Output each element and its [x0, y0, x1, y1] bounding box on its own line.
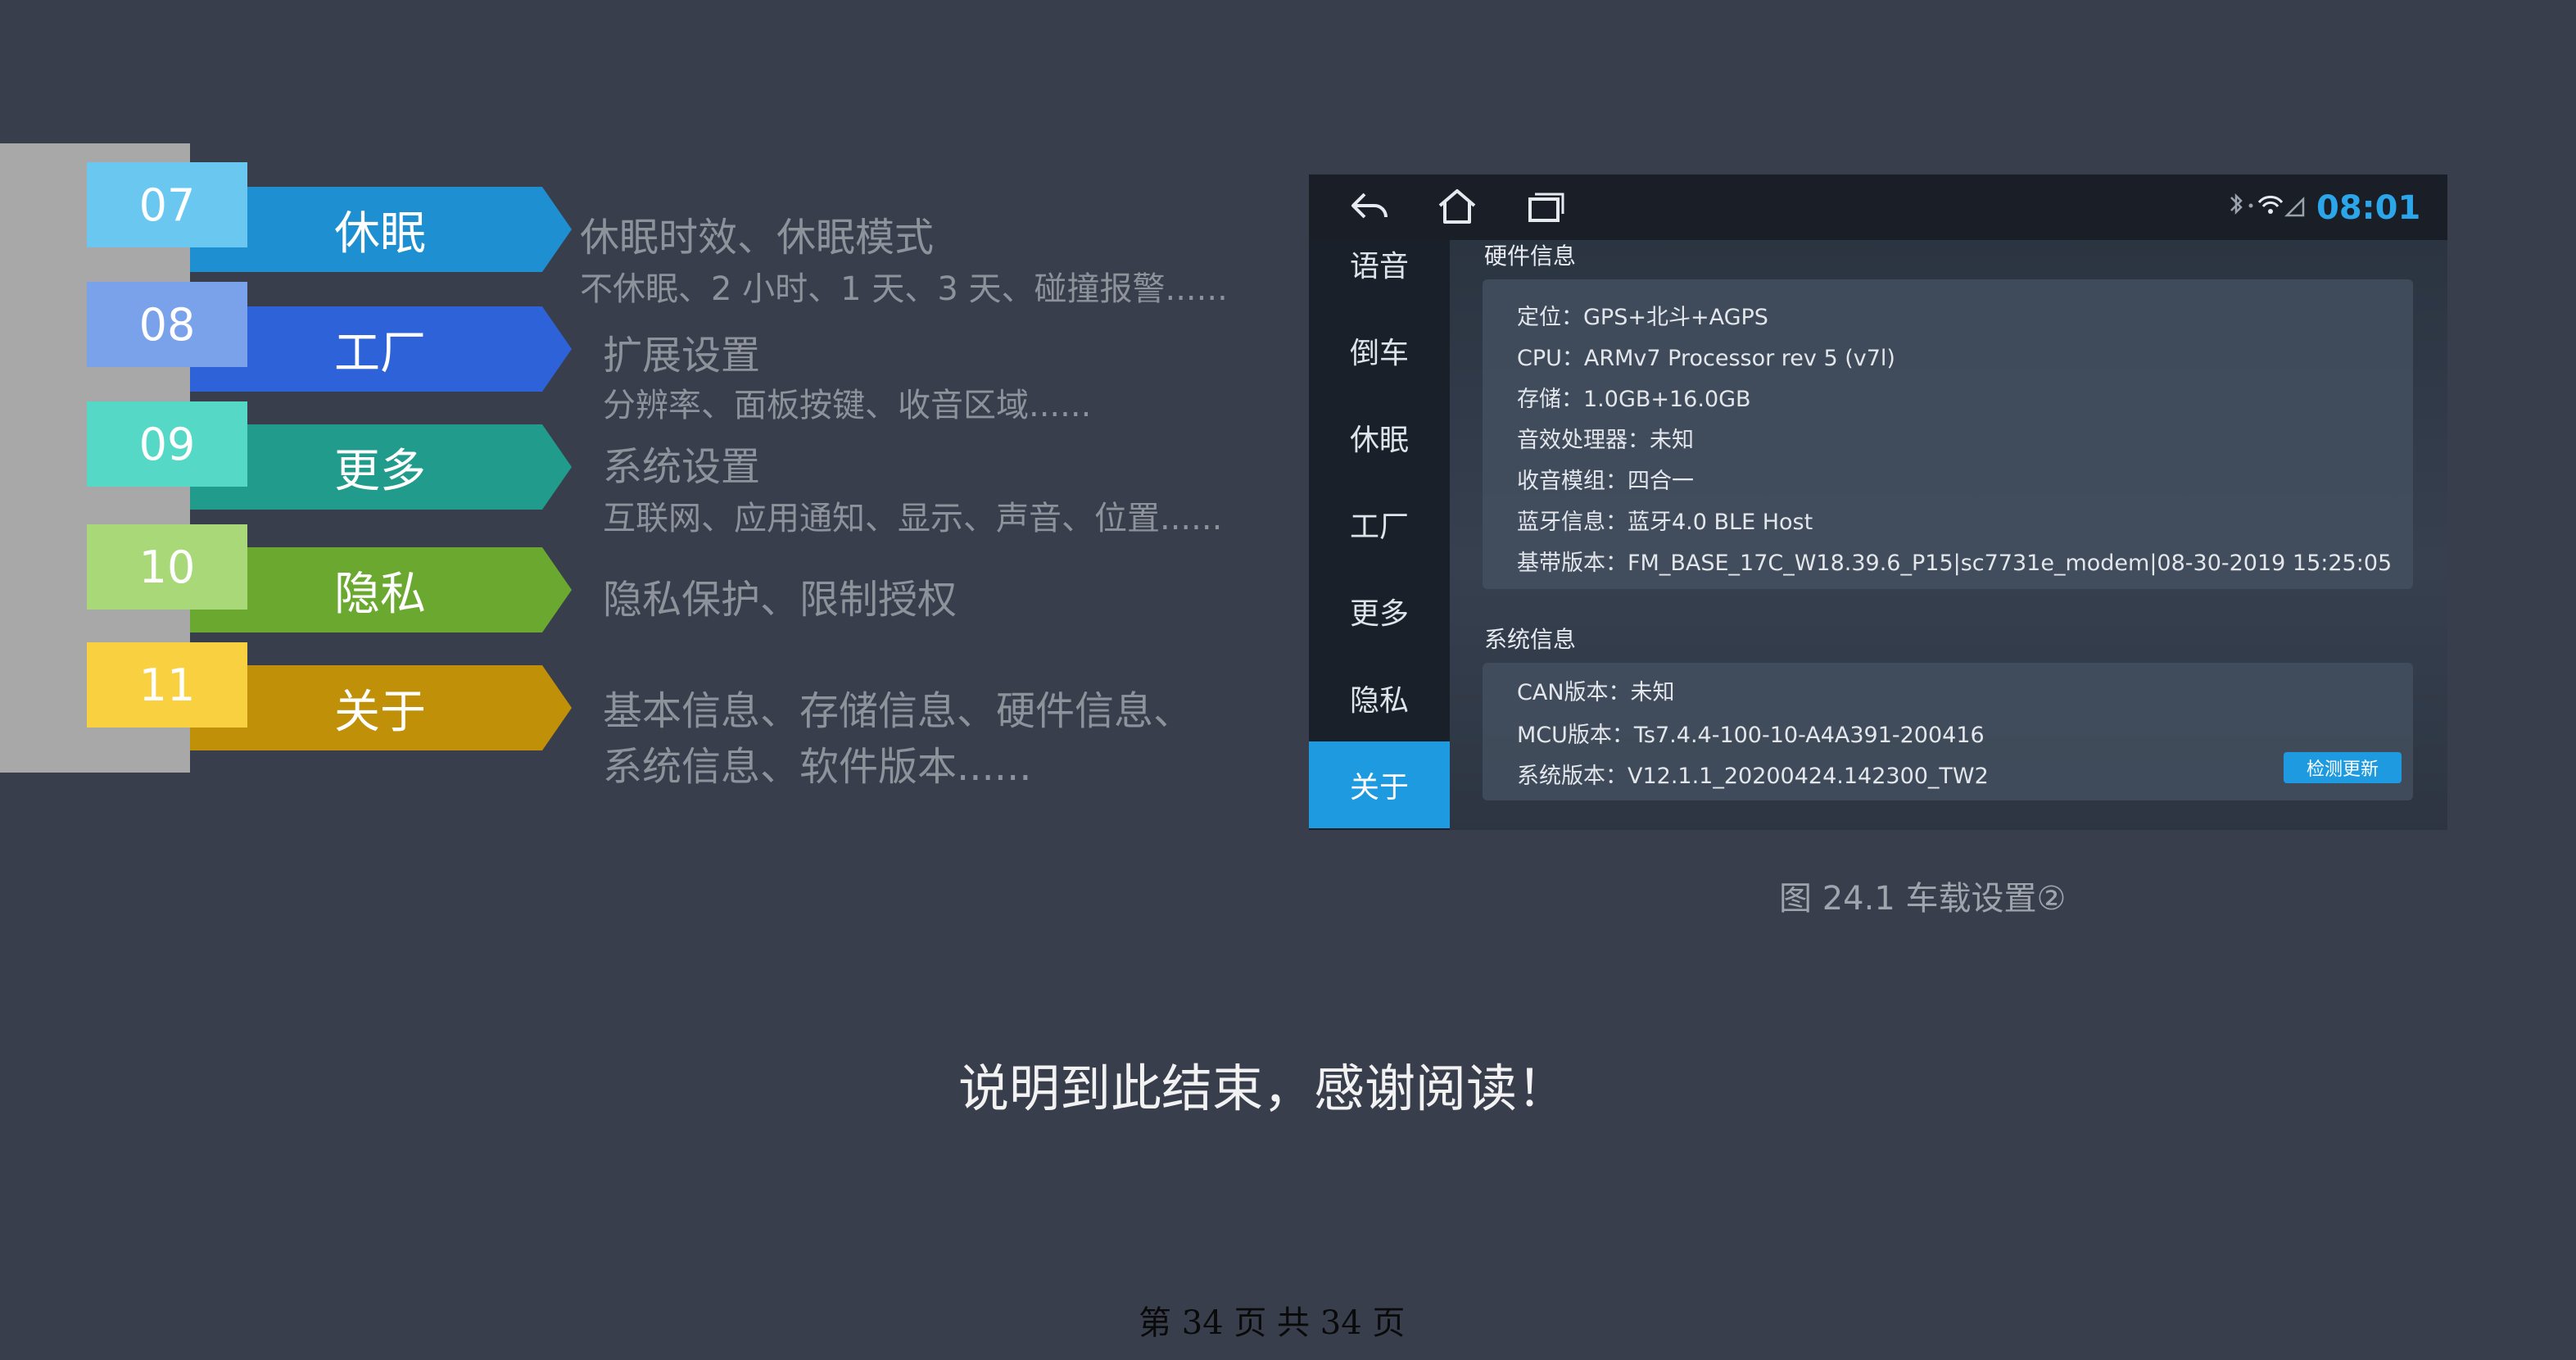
hw-line: 蓝牙信息：蓝牙4.0 BLE Host [1517, 510, 1813, 535]
sidebar-item-more[interactable]: 更多 [1309, 568, 1450, 655]
hw-line: 存储：1.0GB+16.0GB [1517, 387, 1751, 412]
sys-line: MCU版本：Ts7.4.4-100-10-A4A391-200416 [1517, 723, 1985, 748]
status-icons [2230, 193, 2305, 217]
hw-line: 收音模组：四合一 [1517, 469, 1694, 494]
car-settings-screenshot: 08:01 语音 倒车 休眠 工厂 更多 隐私 关于 硬件信息 定位：GPS+北… [1309, 175, 2447, 830]
ribbon-label-sleep: 休眠 [334, 206, 426, 261]
recent-apps-icon[interactable] [1527, 191, 1564, 224]
ribbon-label-privacy: 隐私 [334, 567, 426, 621]
status-bar: 08:01 [1309, 175, 2447, 240]
sidebar-item-factory[interactable]: 工厂 [1309, 481, 1450, 568]
desc-sub-more: 互联网、应用通知、显示、声音、位置...... [603, 500, 1223, 537]
ribbon-label-about: 关于 [334, 685, 426, 739]
clock: 08:01 [2316, 189, 2421, 227]
system-section-title: 系统信息 [1484, 626, 1577, 653]
figure-caption: 图 24.1 车载设置② [1779, 880, 2067, 918]
desc-sub-about: 系统信息、软件版本...... [603, 744, 1032, 790]
system-info-card: CAN版本：未知 MCU版本：Ts7.4.4-100-10-A4A391-200… [1483, 663, 2413, 800]
hw-line: 音效处理器：未知 [1517, 428, 1694, 453]
num-badge-10: 10 [87, 524, 247, 610]
desc-sub-factory: 分辨率、面板按键、收音区域...... [603, 387, 1092, 424]
desc-title-factory: 扩展设置 [603, 333, 761, 379]
desc-title-more: 系统设置 [603, 444, 761, 490]
hw-line: 基带版本：FM_BASE_17C_W18.39.6_P15|sc7731e_mo… [1517, 551, 2393, 576]
desc-title-sleep: 休眠时效、休眠模式 [580, 215, 935, 261]
desc-title-about: 基本信息、存储信息、硬件信息、 [603, 688, 1193, 734]
num-badge-07: 07 [87, 162, 247, 247]
desc-sub-sleep: 不休眠、2 小时、1 天、3 天、碰撞报警...... [580, 270, 1228, 308]
sidebar-item-sleep[interactable]: 休眠 [1309, 394, 1450, 481]
hardware-info-card: 定位：GPS+北斗+AGPS CPU：ARMv7 Processor rev 5… [1483, 279, 2413, 589]
sys-line: CAN版本：未知 [1517, 680, 1675, 705]
desc-title-privacy: 隐私保护、限制授权 [603, 577, 958, 623]
ribbon-label-more: 更多 [334, 444, 426, 498]
num-badge-09: 09 [87, 401, 247, 487]
page-footer: 第 34 页 共 34 页 [1139, 1304, 1406, 1342]
sidebar-item-reverse[interactable]: 倒车 [1309, 307, 1450, 394]
sidebar-item-privacy[interactable]: 隐私 [1309, 655, 1450, 741]
hardware-section-title: 硬件信息 [1484, 243, 1577, 270]
check-update-button[interactable]: 检测更新 [2284, 752, 2402, 783]
hw-line: 定位：GPS+北斗+AGPS [1517, 305, 1768, 330]
sidebar-item-voice[interactable]: 语音 [1309, 220, 1450, 307]
sidebar-item-about[interactable]: 关于 [1309, 741, 1450, 828]
hw-line: CPU：ARMv7 Processor rev 5 (v7l) [1517, 346, 1895, 371]
ribbon-label-factory: 工厂 [334, 326, 426, 380]
num-badge-11: 11 [87, 642, 247, 728]
num-badge-08: 08 [87, 282, 247, 367]
sys-line: 系统版本：V12.1.1_20200424.142300_TW2 [1517, 764, 1989, 789]
closing-text: 说明到此结束，感谢阅读！ [958, 1059, 1569, 1118]
